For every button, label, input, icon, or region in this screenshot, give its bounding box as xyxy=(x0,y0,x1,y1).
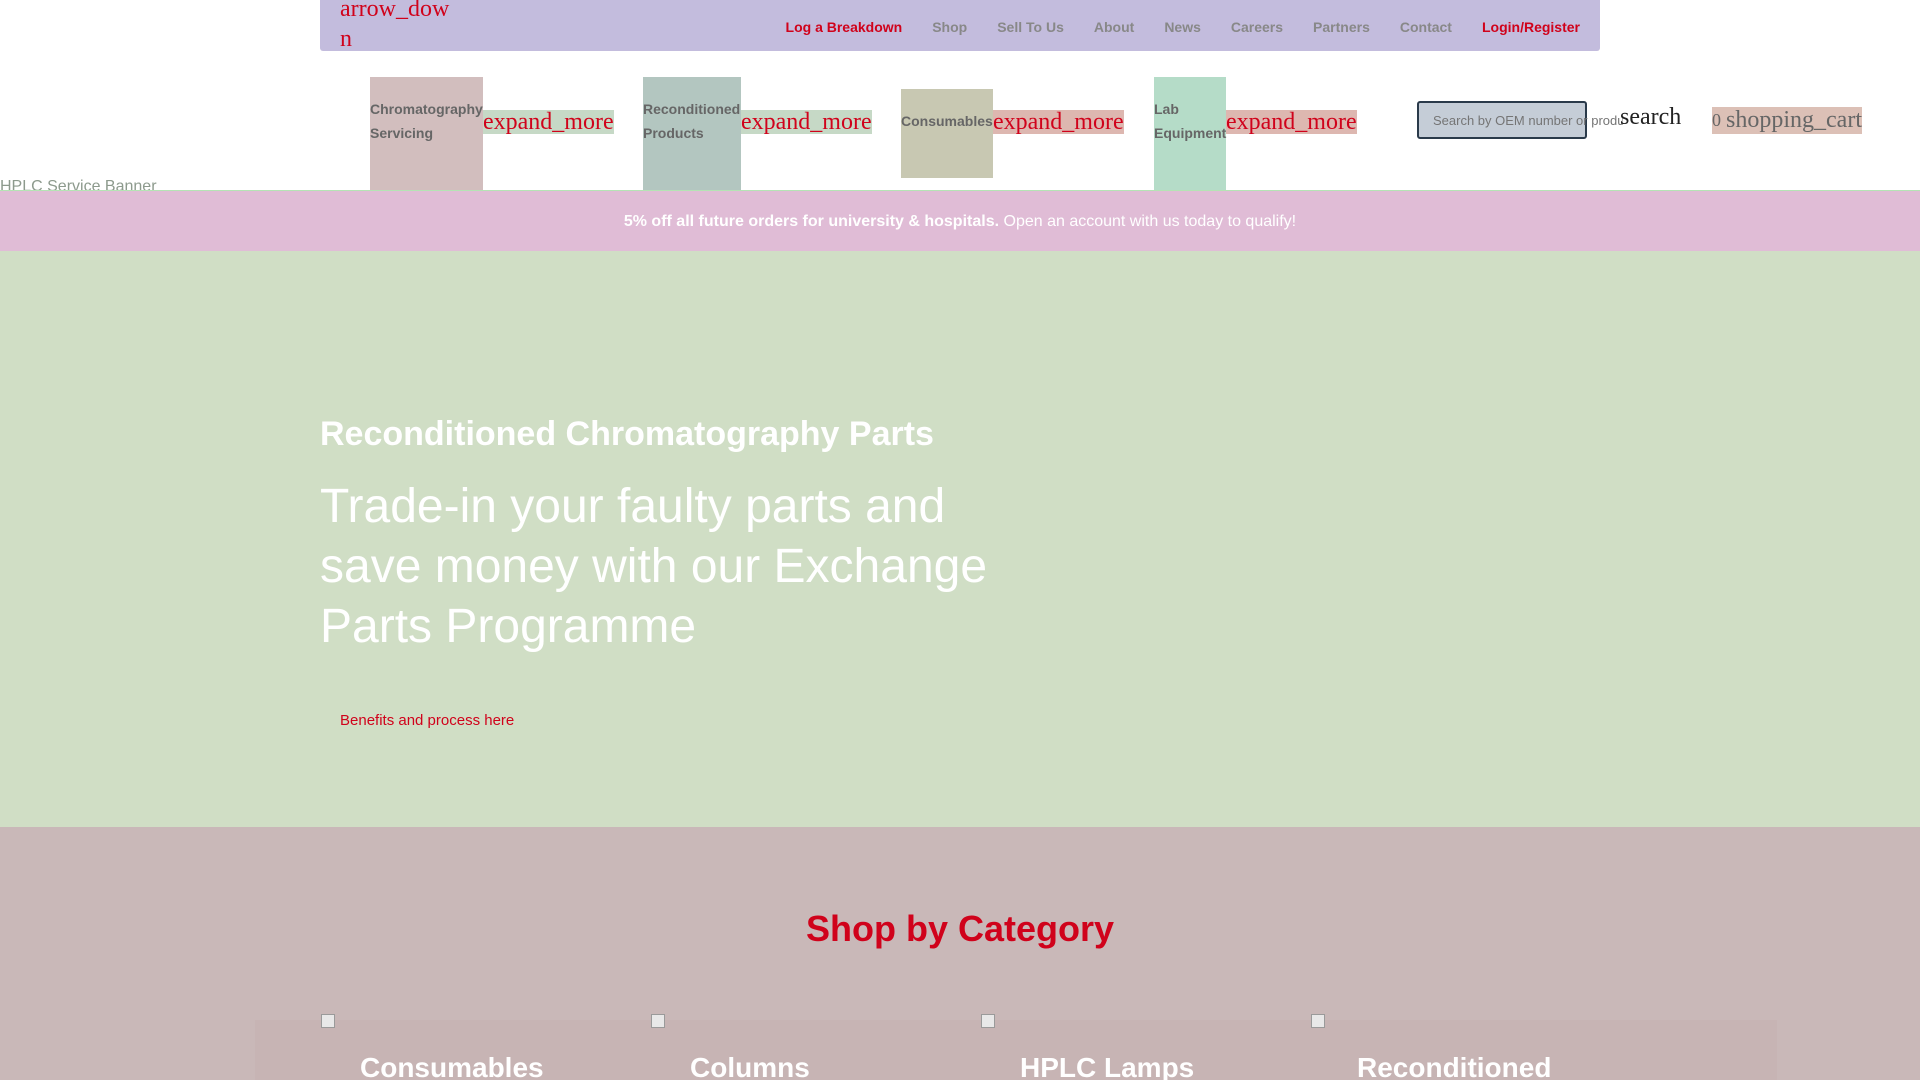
hero-title: Trade-in your faulty parts and save mone… xyxy=(320,480,988,653)
category-image xyxy=(321,1014,335,1028)
category-name: Reconditioned xyxy=(1357,1052,1552,1083)
top-nav-news[interactable]: News xyxy=(1164,18,1201,36)
menu-label: Chromatography Servicing xyxy=(370,101,483,141)
category-image xyxy=(651,1014,665,1028)
category-card-columns[interactable]: Columns xyxy=(651,1014,971,1083)
top-navigation: Log a Breakdown Shop Sell To Us About Ne… xyxy=(756,18,1580,36)
top-nav-log-breakdown[interactable]: Log a Breakdown xyxy=(786,18,903,36)
promo-bold-text: 5% off all future orders for university … xyxy=(623,213,1000,230)
promo-text: Open an account with us today to qualify… xyxy=(999,213,1297,230)
search-icon[interactable]: search xyxy=(1620,104,1681,131)
category-name: Consumables xyxy=(360,1052,544,1083)
menu-label: Reconditioned Products xyxy=(643,101,741,141)
hero-kicker: Reconditioned Chromatography Parts xyxy=(320,415,934,453)
menu-lab-equipment[interactable]: Lab Equipment xyxy=(1154,77,1226,190)
expand-more-icon[interactable]: expand_more xyxy=(741,110,872,134)
search-box xyxy=(1417,101,1623,139)
category-card-reconditioned[interactable]: Reconditioned xyxy=(1311,1014,1631,1083)
menu-reconditioned-products[interactable]: Reconditioned Products xyxy=(643,77,741,190)
category-heading: Shop by Category xyxy=(805,908,1115,949)
category-card-hplc-lamps[interactable]: HPLC Lamps xyxy=(981,1014,1301,1083)
top-nav-about[interactable]: About xyxy=(1094,18,1134,36)
top-nav-sell-to-us[interactable]: Sell To Us xyxy=(997,18,1064,36)
expand-more-icon[interactable]: expand_more xyxy=(1226,110,1357,134)
category-image xyxy=(981,1014,995,1028)
top-nav-careers[interactable]: Careers xyxy=(1231,18,1283,36)
expand-more-icon[interactable]: expand_more xyxy=(993,110,1124,134)
hero-benefits-link[interactable]: Benefits and process here xyxy=(340,712,514,729)
category-image xyxy=(1311,1014,1325,1028)
cart-count: 0 xyxy=(1712,110,1721,130)
menu-label: Lab Equipment xyxy=(1154,101,1227,141)
menu-label: Consumables xyxy=(901,113,993,129)
category-card-consumables[interactable]: Consumables xyxy=(321,1014,641,1083)
top-nav-shop[interactable]: Shop xyxy=(932,18,967,36)
menu-chromatography-servicing[interactable]: Chromatography Servicing xyxy=(370,77,483,190)
arrow-down-icon[interactable]: arrow_down xyxy=(340,0,450,54)
top-nav-contact[interactable]: Contact xyxy=(1400,18,1452,36)
shopping-cart-icon[interactable]: shopping_cart xyxy=(1712,107,1862,134)
search-input[interactable] xyxy=(1433,113,1623,128)
top-nav-partners[interactable]: Partners xyxy=(1313,18,1370,36)
top-nav-login-register[interactable]: Login/Register xyxy=(1482,18,1580,36)
category-name: HPLC Lamps xyxy=(1020,1052,1195,1083)
promo-banner: 5% off all future orders for university … xyxy=(0,191,1920,251)
expand-more-icon[interactable]: expand_more xyxy=(483,110,614,134)
menu-consumables[interactable]: Consumables xyxy=(901,89,993,178)
category-name: Columns xyxy=(690,1052,810,1083)
